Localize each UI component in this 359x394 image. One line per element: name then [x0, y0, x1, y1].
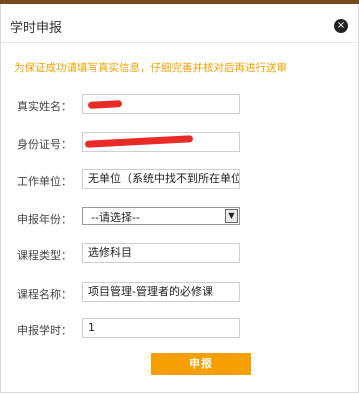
year-selected: --请选择--: [91, 211, 140, 224]
course-name-field[interactable]: 项目管理-管理者的必修课: [82, 282, 240, 302]
name-label: 真实姓名：: [17, 100, 72, 113]
course-type-field[interactable]: 选修科目: [82, 243, 240, 263]
notice-text: 为保证成功请填写真实信息，仔细完善并核对后再进行送审: [14, 62, 287, 74]
id-number-field[interactable]: [82, 132, 240, 152]
close-icon[interactable]: ×: [334, 19, 348, 33]
name-redaction: [87, 100, 123, 109]
dialog-title: 学时申报: [10, 21, 63, 36]
year-select[interactable]: --请选择-- ▼: [82, 207, 240, 225]
hours-field[interactable]: 1: [82, 318, 240, 338]
chevron-down-icon[interactable]: ▼: [225, 209, 238, 223]
submit-button[interactable]: 申报: [151, 353, 251, 375]
work-unit-label: 工作单位：: [17, 175, 72, 188]
course-type-label: 课程类型：: [17, 249, 72, 262]
year-label: 申报年份：: [17, 213, 72, 226]
course-name-label: 课程名称：: [17, 288, 72, 301]
work-unit-field[interactable]: 无单位（系统中找不到所在单位: [82, 169, 240, 189]
name-field[interactable]: [82, 94, 240, 114]
id-redaction: [84, 135, 194, 148]
hours-label: 申报学时：: [17, 324, 72, 337]
id-label: 身份证号：: [17, 138, 72, 151]
dialog-header: 学时申报 ×: [0, 4, 359, 43]
